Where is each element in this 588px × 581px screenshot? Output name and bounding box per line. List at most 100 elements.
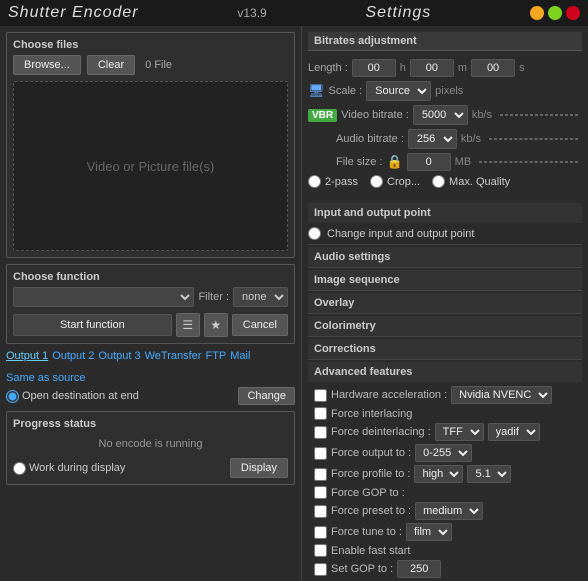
hw-accel-label: Hardware acceleration : — [331, 389, 447, 401]
force-profile-row: Force profile to : high 5.1 — [314, 465, 576, 483]
start-row: Start function ☰ ★ Cancel — [13, 313, 288, 337]
choose-function-section: Choose function Filter : none Start func… — [6, 264, 295, 344]
output-tab-mail[interactable]: Mail — [230, 350, 250, 362]
length-row: Length : h m s — [308, 59, 582, 77]
enable-fast-start-checkbox[interactable] — [314, 544, 327, 557]
force-output-select[interactable]: 0-255 — [415, 444, 472, 462]
force-tune-checkbox[interactable] — [314, 526, 327, 539]
set-gop-checkbox[interactable] — [314, 563, 327, 576]
audio-settings-section: Audio settings — [308, 247, 582, 268]
force-preset-select[interactable]: medium — [415, 502, 483, 520]
file-size-label: File size : — [308, 156, 382, 168]
hw-accel-select[interactable]: Nvidia NVENC — [451, 386, 552, 404]
image-sequence-section: Image sequence — [308, 270, 582, 291]
change-dest-button[interactable]: Change — [238, 387, 295, 405]
change-io-radio[interactable] — [308, 227, 321, 240]
force-preset-row: Force preset to : medium — [314, 502, 576, 520]
dash-line-3 — [479, 161, 578, 163]
force-preset-checkbox[interactable] — [314, 505, 327, 518]
bitrates-section: Bitrates adjustment Length : h m s 🖥 Sca… — [308, 32, 582, 199]
force-profile-checkbox[interactable] — [314, 468, 327, 481]
work-during-radio[interactable] — [13, 462, 26, 475]
cancel-button[interactable]: Cancel — [232, 314, 288, 336]
filter-label: Filter : — [198, 291, 229, 303]
output-tab-ftp[interactable]: FTP — [205, 350, 226, 362]
lock-icon: 🔒 — [386, 154, 402, 170]
function-select[interactable] — [13, 287, 194, 307]
file-size-input[interactable] — [407, 153, 451, 171]
work-row: Work during display Display — [13, 458, 288, 478]
maximize-button[interactable] — [548, 6, 562, 20]
force-output-checkbox[interactable] — [314, 447, 327, 460]
io-header[interactable]: Input and output point — [308, 203, 582, 223]
main-container: Choose files Browse... Clear 0 File Vide… — [0, 26, 588, 581]
work-during-text: Work during display — [29, 462, 125, 474]
set-gop-row: Set GOP to : — [314, 560, 576, 578]
close-button[interactable] — [566, 6, 580, 20]
display-button[interactable]: Display — [230, 458, 288, 478]
window-controls — [530, 6, 580, 20]
browse-button[interactable]: Browse... — [13, 55, 81, 75]
scale-select[interactable]: Source — [366, 81, 431, 101]
crop-radio[interactable] — [370, 175, 383, 188]
advanced-features-header[interactable]: Advanced features — [308, 362, 582, 382]
menu-icon[interactable]: ☰ — [176, 313, 200, 337]
start-function-button[interactable]: Start function — [13, 314, 172, 336]
force-interlacing-checkbox[interactable] — [314, 407, 327, 420]
force-profile-select[interactable]: high — [414, 465, 463, 483]
scale-row: 🖥 Scale : Source pixels — [308, 81, 582, 101]
max-quality-radio[interactable] — [432, 175, 445, 188]
set-gop-input[interactable] — [397, 560, 441, 578]
star-icon[interactable]: ★ — [204, 313, 228, 337]
enable-fast-start-row: Enable fast start — [314, 544, 576, 557]
length-minutes-input[interactable] — [410, 59, 454, 77]
hw-accel-checkbox[interactable] — [314, 389, 327, 402]
length-hours-input[interactable] — [352, 59, 396, 77]
audio-kbs-label: kb/s — [461, 133, 481, 145]
two-pass-radio[interactable] — [308, 175, 321, 188]
force-interlacing-row: Force interlacing — [314, 407, 576, 420]
force-tune-label: Force tune to : — [331, 526, 402, 538]
deinterlacing-tff-select[interactable]: TFF — [435, 423, 484, 441]
force-output-row: Force output to : 0-255 — [314, 444, 576, 462]
overlay-section: Overlay — [308, 293, 582, 314]
right-panel: Bitrates adjustment Length : h m s 🖥 Sca… — [302, 26, 588, 581]
output-tab-wetransfer[interactable]: WeTransfer — [145, 350, 202, 362]
corrections-header[interactable]: Corrections — [308, 339, 582, 359]
choose-files-title: Choose files — [13, 39, 288, 51]
force-gop-checkbox[interactable] — [314, 486, 327, 499]
force-profile-level-select[interactable]: 5.1 — [467, 465, 511, 483]
length-label: Length : — [308, 62, 348, 74]
colorimetry-header[interactable]: Colorimetry — [308, 316, 582, 336]
progress-status-title: Progress status — [13, 418, 288, 430]
image-sequence-header[interactable]: Image sequence — [308, 270, 582, 290]
length-seconds-input[interactable] — [471, 59, 515, 77]
advanced-features-section: Advanced features Hardware acceleration … — [308, 362, 582, 581]
output-tab-1[interactable]: Output 1 — [6, 350, 48, 362]
minimize-button[interactable] — [530, 6, 544, 20]
video-bitrate-select[interactable]: 5000 — [413, 105, 468, 125]
force-tune-row: Force tune to : film — [314, 523, 576, 541]
video-kbs-label: kb/s — [472, 109, 492, 121]
bitrates-header[interactable]: Bitrates adjustment — [308, 32, 582, 51]
file-size-row: File size : 🔒 MB — [308, 153, 582, 171]
clear-button[interactable]: Clear — [87, 55, 135, 75]
change-io-text: Change input and output point — [327, 228, 474, 240]
set-gop-label: Set GOP to : — [331, 563, 393, 575]
audio-settings-header[interactable]: Audio settings — [308, 247, 582, 267]
output-tab-2[interactable]: Output 2 — [52, 350, 94, 362]
force-output-label: Force output to : — [331, 447, 411, 459]
same-as-source-link[interactable]: Same as source — [6, 372, 295, 384]
drop-zone[interactable]: Video or Picture file(s) — [13, 81, 288, 251]
audio-bitrate-select[interactable]: 256 — [408, 129, 457, 149]
overlay-header[interactable]: Overlay — [308, 293, 582, 313]
filter-select[interactable]: none — [233, 287, 288, 307]
force-deinterlacing-checkbox[interactable] — [314, 426, 327, 439]
open-dest-radio[interactable] — [6, 390, 19, 403]
drop-zone-text: Video or Picture file(s) — [87, 159, 215, 174]
deinterlacing-yadif-select[interactable]: yadif — [488, 423, 540, 441]
output-tab-3[interactable]: Output 3 — [98, 350, 140, 362]
title-bar: Shutter Encoder v13.9 Settings — [0, 0, 588, 26]
force-tune-select[interactable]: film — [406, 523, 452, 541]
two-pass-text: 2-pass — [325, 176, 358, 188]
